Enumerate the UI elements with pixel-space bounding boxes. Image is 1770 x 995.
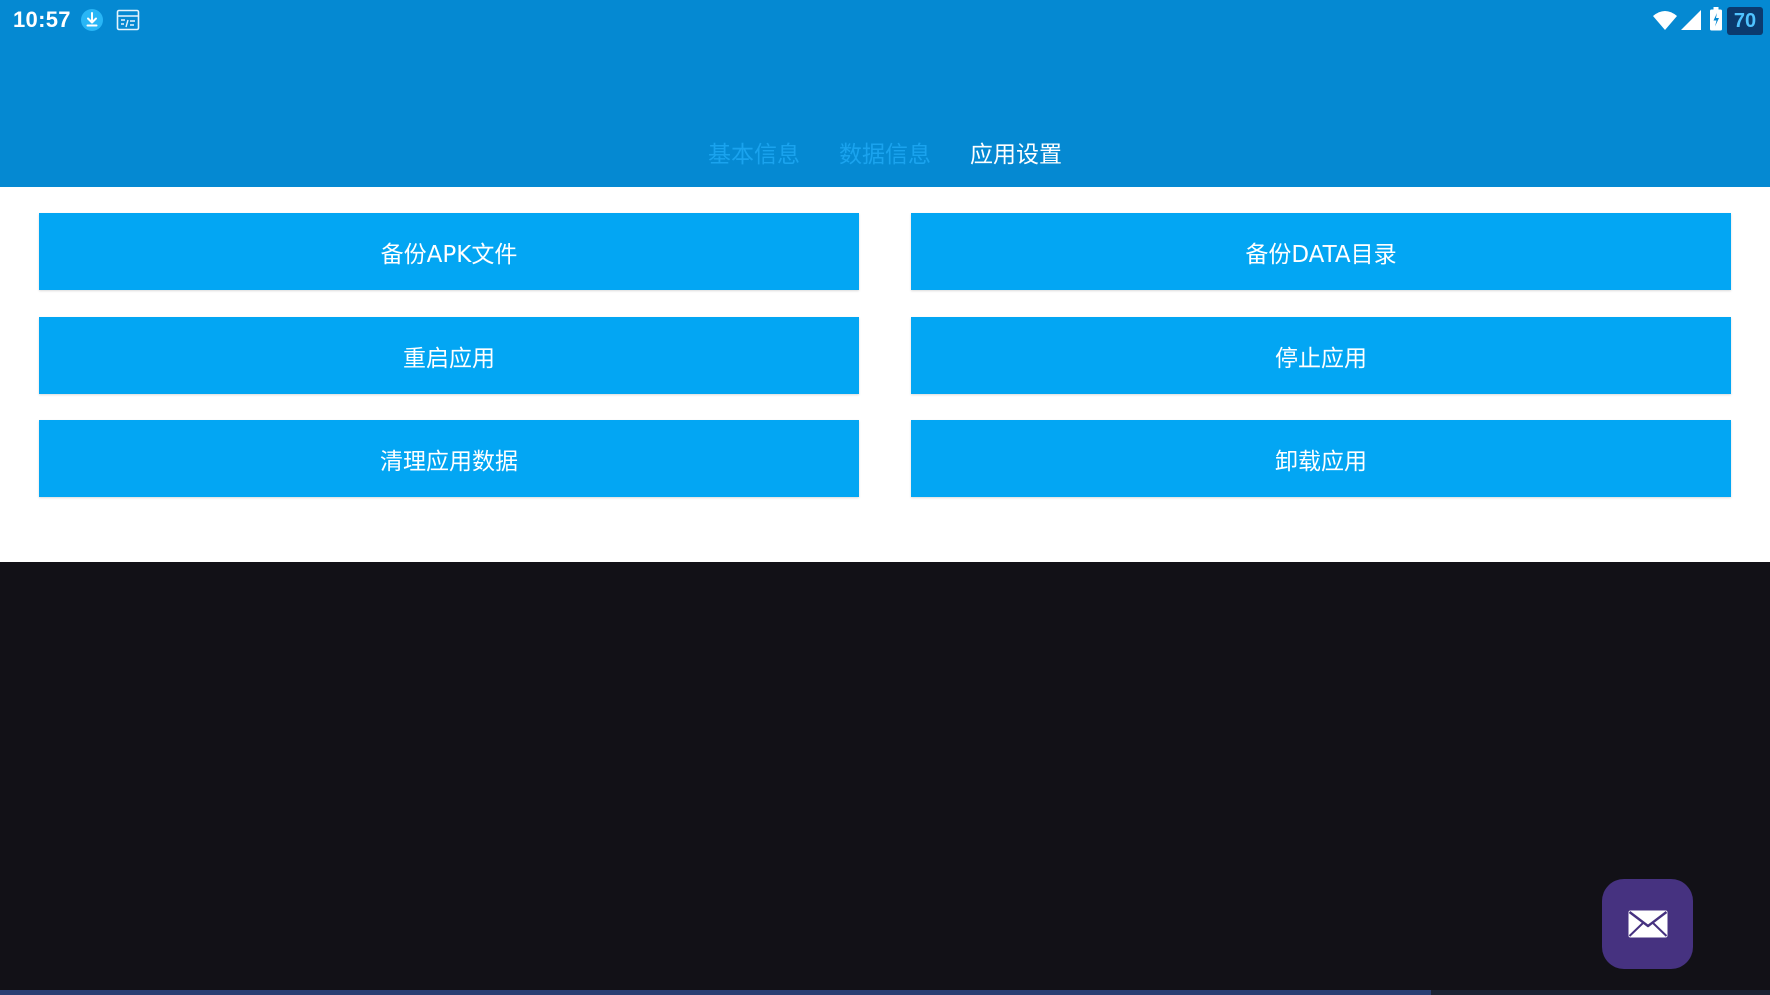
mail-fab-button[interactable] bbox=[1602, 879, 1693, 969]
app-header: 10:57 70 基本信息 数据信息 应用设置 bbox=[0, 0, 1770, 187]
status-time: 10:57 bbox=[13, 7, 71, 32]
wifi-icon bbox=[1653, 11, 1677, 30]
stop-app-button[interactable]: 停止应用 bbox=[911, 317, 1731, 394]
restart-app-button[interactable]: 重启应用 bbox=[39, 317, 859, 394]
uninstall-app-button[interactable]: 卸载应用 bbox=[911, 420, 1731, 497]
tab-data-info[interactable]: 数据信息 bbox=[839, 133, 931, 177]
status-bar: 10:57 70 bbox=[0, 0, 1770, 40]
clear-data-button[interactable]: 清理应用数据 bbox=[39, 420, 859, 497]
tab-app-settings[interactable]: 应用设置 bbox=[970, 133, 1062, 177]
cell-signal-icon bbox=[1681, 10, 1701, 30]
settings-panel: 备份APK文件 备份DATA目录 重启应用 停止应用 清理应用数据 卸载应用 bbox=[0, 187, 1770, 562]
tab-basic-info[interactable]: 基本信息 bbox=[708, 133, 800, 177]
tab-bar: 基本信息 数据信息 应用设置 bbox=[0, 133, 1770, 177]
backup-data-button[interactable]: 备份DATA目录 bbox=[911, 213, 1731, 290]
download-icon bbox=[81, 9, 103, 31]
nav-indicator-end bbox=[1431, 990, 1770, 995]
battery-charging-icon bbox=[1710, 7, 1722, 31]
sim-card-icon bbox=[116, 9, 140, 31]
mail-icon bbox=[1628, 910, 1667, 938]
battery-percent: 70 bbox=[1727, 7, 1763, 35]
backup-apk-button[interactable]: 备份APK文件 bbox=[39, 213, 859, 290]
